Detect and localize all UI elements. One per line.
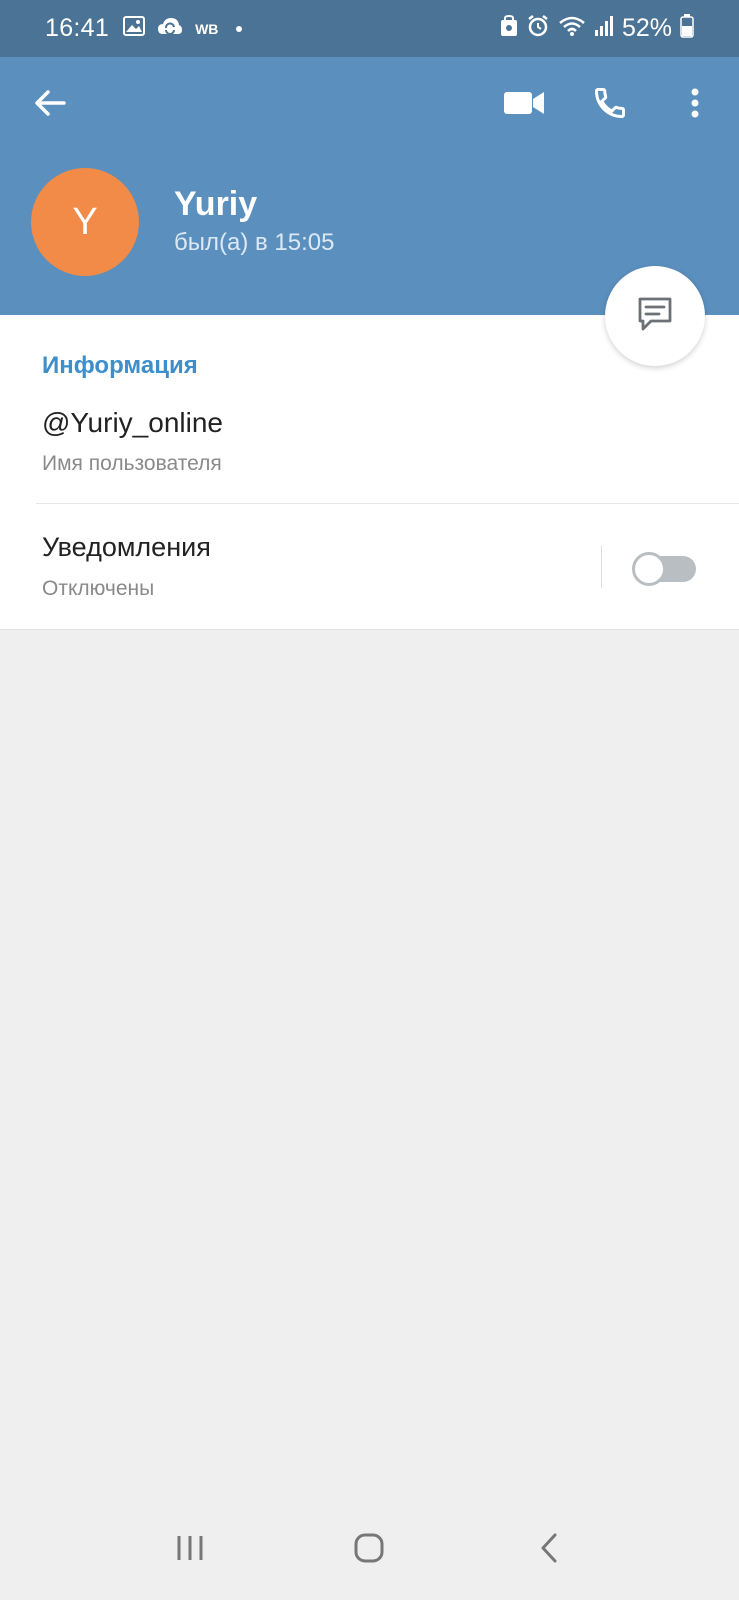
status-time: 16:41 (45, 14, 110, 42)
voice-call-button[interactable] (588, 83, 632, 127)
lock-icon (500, 14, 518, 42)
avatar[interactable]: Y (31, 168, 139, 276)
send-message-button[interactable] (605, 266, 705, 366)
profile-name: Yuriy (174, 185, 258, 223)
back-button[interactable] (30, 85, 70, 125)
username-value[interactable]: @Yuriy_online (42, 407, 223, 439)
signal-icon (594, 15, 614, 42)
toggle-knob (632, 552, 666, 586)
notifications-row[interactable]: Уведомления Отключены (0, 504, 739, 630)
system-back-button[interactable] (519, 1520, 579, 1580)
status-system-icons: 52% (500, 14, 694, 43)
gallery-icon (123, 16, 146, 41)
more-vertical-icon (690, 87, 700, 124)
status-bar: 16:41 WB 52% (0, 0, 739, 57)
notifications-title: Уведомления (42, 532, 211, 562)
vertical-divider (601, 546, 602, 588)
wifi-icon (558, 15, 586, 42)
last-seen-status: был(а) в 15:05 (174, 229, 335, 256)
avatar-letter: Y (72, 200, 98, 243)
carrier-badge: WB (195, 20, 219, 37)
more-menu-button[interactable] (680, 83, 710, 127)
recent-apps-icon (175, 1534, 205, 1567)
system-nav-bar (0, 1500, 739, 1600)
cloud-sync-icon (157, 16, 183, 41)
battery-percent: 52% (621, 14, 672, 42)
notifications-toggle[interactable] (632, 552, 696, 586)
username-label: Имя пользователя (42, 452, 222, 475)
video-camera-icon (503, 90, 545, 121)
arrow-left-icon (34, 89, 66, 122)
phone-icon (592, 85, 628, 126)
info-card: Информация @Yuriy_online Имя пользовател… (0, 315, 739, 630)
message-icon (635, 294, 675, 339)
home-icon (353, 1532, 385, 1569)
chevron-left-icon (539, 1532, 559, 1569)
alarm-icon (526, 14, 550, 43)
section-title-info: Информация (42, 352, 198, 379)
home-button[interactable] (339, 1520, 399, 1580)
recent-apps-button[interactable] (160, 1520, 220, 1580)
video-call-button[interactable] (500, 85, 548, 125)
notifications-state: Отключены (42, 577, 155, 600)
battery-icon (680, 14, 694, 43)
status-notification-icons: WB (123, 16, 243, 41)
notification-dot-icon (236, 25, 243, 32)
